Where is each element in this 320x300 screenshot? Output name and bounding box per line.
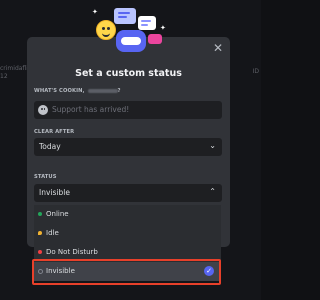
close-icon[interactable]: ✕: [213, 42, 223, 54]
sparkle-icon: ✦: [92, 8, 98, 16]
background-label: ID: [252, 68, 259, 75]
chevron-up-icon: ⌃: [209, 187, 216, 196]
whats-cooking-label: WHAT'S COOKIN, ?: [34, 88, 121, 94]
whats-cooking-suffix: ?: [117, 88, 121, 94]
clear-after-label: CLEAR AFTER: [34, 129, 75, 135]
sparkle-icon: ✦: [160, 24, 166, 32]
status-option-idle[interactable]: Idle: [34, 224, 221, 243]
idle-moon-icon: [38, 231, 42, 235]
status-option-label: Do Not Disturb: [46, 247, 98, 256]
online-status-dot-icon: [38, 212, 42, 216]
dnd-status-dot-icon: [38, 250, 42, 254]
blurred-username: [87, 88, 118, 93]
clear-after-select[interactable]: Today ⌄: [34, 138, 222, 156]
chevron-down-icon: ⌄: [209, 141, 216, 150]
illustration-card-blue: [114, 8, 136, 24]
clear-after-value: Today: [39, 142, 61, 151]
illustration-card-white: [138, 16, 156, 30]
smiley-face-icon: [96, 20, 116, 40]
whats-cooking-text: WHAT'S COOKIN,: [34, 88, 87, 94]
status-option-label: Idle: [46, 228, 59, 237]
status-select[interactable]: Invisible ⌃: [34, 184, 222, 202]
custom-status-placeholder: Support has arrived!: [52, 105, 130, 114]
discord-bot-icon: [116, 30, 146, 52]
smiley-icon[interactable]: [38, 105, 48, 115]
status-option-online[interactable]: Online: [34, 205, 221, 224]
custom-status-input[interactable]: Support has arrived!: [34, 101, 222, 119]
status-value: Invisible: [39, 188, 70, 197]
status-illustration: ✦ ✦: [88, 6, 172, 68]
modal-title: Set a custom status: [75, 68, 182, 79]
illustration-tag-pink: [148, 34, 162, 44]
status-label: STATUS: [34, 174, 57, 180]
background-tag: 12: [0, 73, 8, 80]
status-option-label: Online: [46, 209, 69, 218]
highlight-box: [32, 259, 221, 285]
